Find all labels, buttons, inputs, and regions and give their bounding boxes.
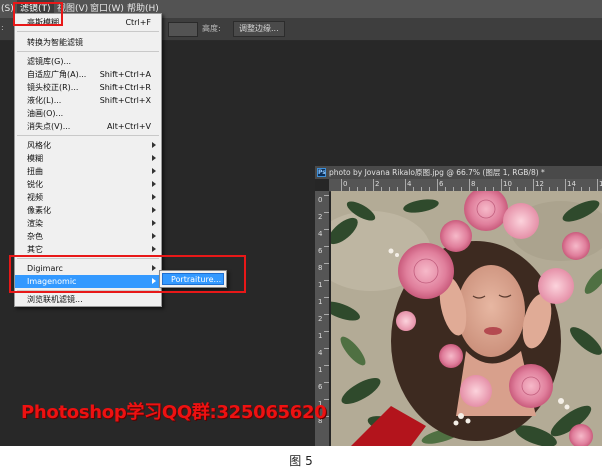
- ruler-tick: [373, 179, 374, 191]
- ruler-tick: [324, 348, 329, 349]
- menu-item-sharpen[interactable]: 锐化: [15, 178, 161, 191]
- ruler-label: 1: [318, 332, 323, 340]
- submenu-arrow-icon: [152, 233, 156, 239]
- submenu-arrow-icon: [152, 194, 156, 200]
- document-tab[interactable]: Ps photo by Jovana Rikalo原图.jpg @ 66.7% …: [315, 166, 602, 179]
- menu-item-blur[interactable]: 模糊: [15, 152, 161, 165]
- ruler-tick: [324, 314, 329, 315]
- ruler-label: 1: [318, 298, 323, 306]
- menu-select-partial[interactable]: (S): [1, 0, 14, 18]
- menu-item-convert-smart-filter[interactable]: 转换为智能滤镜: [15, 36, 161, 49]
- ruler-label: 0: [343, 180, 348, 188]
- menu-item-stylize[interactable]: 风格化: [15, 139, 161, 152]
- menu-item-liquify[interactable]: 液化(L)... Shift+Ctrl+X: [15, 94, 161, 107]
- ruler-label: 2: [375, 180, 380, 188]
- document-title: photo by Jovana Rikalo原图.jpg @ 66.7% (图层…: [329, 168, 545, 177]
- ruler-label: 6: [439, 180, 444, 188]
- menu-item-oil-paint[interactable]: 油画(O)...: [15, 107, 161, 120]
- menu-separator: [17, 31, 159, 32]
- ruler-tick: [324, 382, 329, 383]
- submenu-arrow-icon: [152, 207, 156, 213]
- menu-item-video[interactable]: 视频: [15, 191, 161, 204]
- menu-item-render[interactable]: 渲染: [15, 217, 161, 230]
- ruler-label: 0: [318, 196, 323, 204]
- ruler-label: 1: [318, 281, 323, 289]
- menu-item-browse-online-filters[interactable]: 浏览联机滤镜...: [15, 293, 161, 306]
- ruler-label: 4: [318, 230, 323, 238]
- width-field[interactable]: [168, 22, 198, 37]
- annotation-box-filter-menu: [13, 2, 63, 26]
- ruler-tick: [501, 179, 502, 191]
- watermark-text: Photoshop学习QQ群:325065620: [21, 402, 327, 423]
- ruler-label: 12: [535, 180, 544, 188]
- menu-item-filter-gallery[interactable]: 滤镜库(G)...: [15, 55, 161, 68]
- ruler-label: 8: [318, 264, 323, 272]
- options-bar-indicator: :: [1, 23, 4, 32]
- menu-item-noise[interactable]: 杂色: [15, 230, 161, 243]
- photoshop-document-icon: Ps: [317, 168, 326, 177]
- annotation-box-portraiture: [9, 255, 246, 293]
- portrait-with-peonies-image: [331, 191, 602, 446]
- menu-separator: [17, 51, 159, 52]
- refine-edge-button[interactable]: 调整边缘...: [233, 21, 285, 37]
- ruler-tick: [324, 280, 329, 281]
- ruler-label: 8: [471, 180, 476, 188]
- photoshop-screenshot: (S) 滤镜(T) 视图(V) 窗口(W) 帮助(H) : 高度: 调整边缘..…: [0, 0, 602, 446]
- menu-item-vanishing-point[interactable]: 消失点(V)... Alt+Ctrl+V: [15, 120, 161, 133]
- ruler-label: 2: [318, 315, 323, 323]
- submenu-arrow-icon: [152, 220, 156, 226]
- ruler-tick: [405, 179, 406, 191]
- ruler-tick: [324, 331, 329, 332]
- ruler-label: 14: [567, 180, 576, 188]
- document-window: Ps photo by Jovana Rikalo原图.jpg @ 66.7% …: [315, 166, 602, 446]
- menu-item-distort[interactable]: 扭曲: [15, 165, 161, 178]
- ruler-tick: [324, 229, 329, 230]
- ruler-label: 4: [318, 349, 323, 357]
- menu-item-pixelate[interactable]: 像素化: [15, 204, 161, 217]
- menu-item-adaptive-wide-angle[interactable]: 自适应广角(A)... Shift+Ctrl+A: [15, 68, 161, 81]
- ruler-tick: [533, 179, 534, 191]
- ruler-tick: [565, 179, 566, 191]
- figure-caption: 图 5: [289, 454, 313, 468]
- submenu-arrow-icon: [152, 246, 156, 252]
- ruler-tick: [324, 297, 329, 298]
- ruler-label: 10: [503, 180, 512, 188]
- canvas-photo[interactable]: [331, 191, 602, 446]
- ruler-label: 6: [318, 383, 323, 391]
- ruler-tick: [437, 179, 438, 191]
- ruler-tick: [324, 263, 329, 264]
- ruler-tick: [324, 365, 329, 366]
- ruler-tick: [469, 179, 470, 191]
- ruler-label: 2: [318, 213, 323, 221]
- ruler-tick: [324, 195, 329, 196]
- ruler-tick: [597, 179, 598, 191]
- submenu-arrow-icon: [152, 155, 156, 161]
- ruler-tick: [324, 246, 329, 247]
- ruler-label: 4: [407, 180, 412, 188]
- height-label: 高度:: [202, 24, 221, 33]
- submenu-arrow-icon: [152, 168, 156, 174]
- ruler-label: 6: [318, 247, 323, 255]
- submenu-arrow-icon: [152, 181, 156, 187]
- ruler-label: 1: [318, 366, 323, 374]
- menu-item-lens-correction[interactable]: 镜头校正(R)... Shift+Ctrl+R: [15, 81, 161, 94]
- submenu-arrow-icon: [152, 142, 156, 148]
- ruler-tick: [341, 179, 342, 191]
- ruler-tick: [324, 212, 329, 213]
- menu-separator: [17, 135, 159, 136]
